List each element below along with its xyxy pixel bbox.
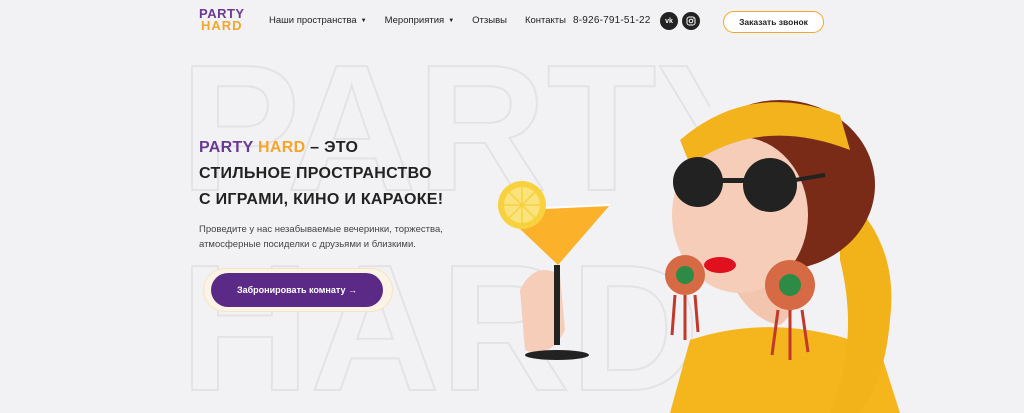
caret-down-icon: ▼ [360,17,367,24]
nav-item-label: Отзывы [472,15,507,26]
book-room-button[interactable]: Забронировать комнату → [211,273,383,307]
hero-image-woman-with-cocktail [498,100,900,413]
logo[interactable]: PARTY HARD [199,7,245,34]
caret-down-icon: ▼ [448,17,455,24]
nav-item-label: Контакты [524,15,566,26]
hero-title-part1: – ЭТО [305,139,359,156]
site-header: PARTY HARD Наши пространства ▼ Мероприят… [0,0,1024,44]
instagram-icon[interactable] [682,12,700,30]
nav-item-reviews[interactable]: Отзывы [472,15,507,26]
logo-line2: HARD [201,18,243,33]
nav-item-label: Наши пространства [269,15,357,26]
hero-title-line2: СТИЛЬНОЕ ПРОСТРАНСТВО [199,165,432,182]
hero-brand-hard: HARD [258,139,306,156]
nav-item-events[interactable]: Мероприятия ▼ [385,15,455,26]
hero-description: Проведите у нас незабываемые вечеринки, … [199,224,443,250]
nav-item-label: Мероприятия [384,15,445,26]
phone-link[interactable]: 8-926-791-51-22 [573,15,651,26]
hero-brand-party: PARTY [199,139,254,156]
hero-title-line3: С ИГРАМИ, КИНО И КАРАОКЕ! [199,191,444,208]
main-nav: Наши пространства ▼ Мероприятия ▼ Отзывы… [269,15,584,26]
nav-item-spaces[interactable]: Наши пространства ▼ [269,15,367,26]
instagram-glyph [686,16,696,26]
nav-item-contacts[interactable]: Контакты [525,15,566,26]
request-call-button[interactable]: Заказать звонок [723,11,824,33]
vk-icon[interactable]: vk [660,12,678,30]
